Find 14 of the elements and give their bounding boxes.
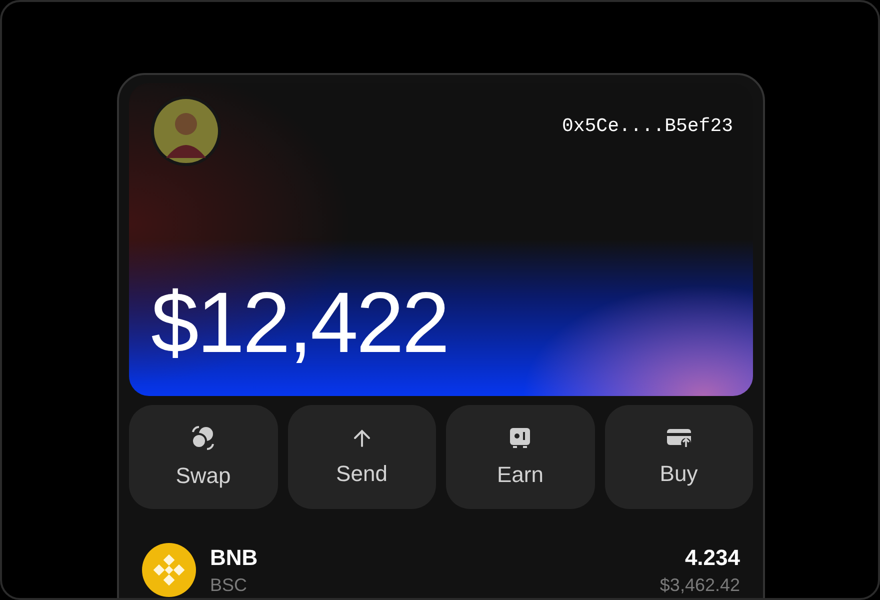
asset-value: $3,462.42 xyxy=(660,574,740,596)
buy-button[interactable]: Buy xyxy=(604,405,753,509)
coins-icon xyxy=(190,425,216,451)
asset-symbol: BNB xyxy=(210,544,258,570)
card-upload-icon xyxy=(666,427,692,449)
swap-button[interactable]: Swap xyxy=(129,405,278,509)
earn-button[interactable]: Earn xyxy=(446,405,594,509)
asset-network: BSC xyxy=(210,574,248,596)
asset-amount: 4.234 xyxy=(684,544,740,570)
balance-amount: $12,422 xyxy=(151,280,449,366)
safe-icon xyxy=(508,426,532,450)
avatar-icon[interactable] xyxy=(151,96,221,166)
wallet-address[interactable]: 0x5Ce....B5ef23 xyxy=(562,115,733,137)
send-button[interactable]: Send xyxy=(288,405,436,509)
